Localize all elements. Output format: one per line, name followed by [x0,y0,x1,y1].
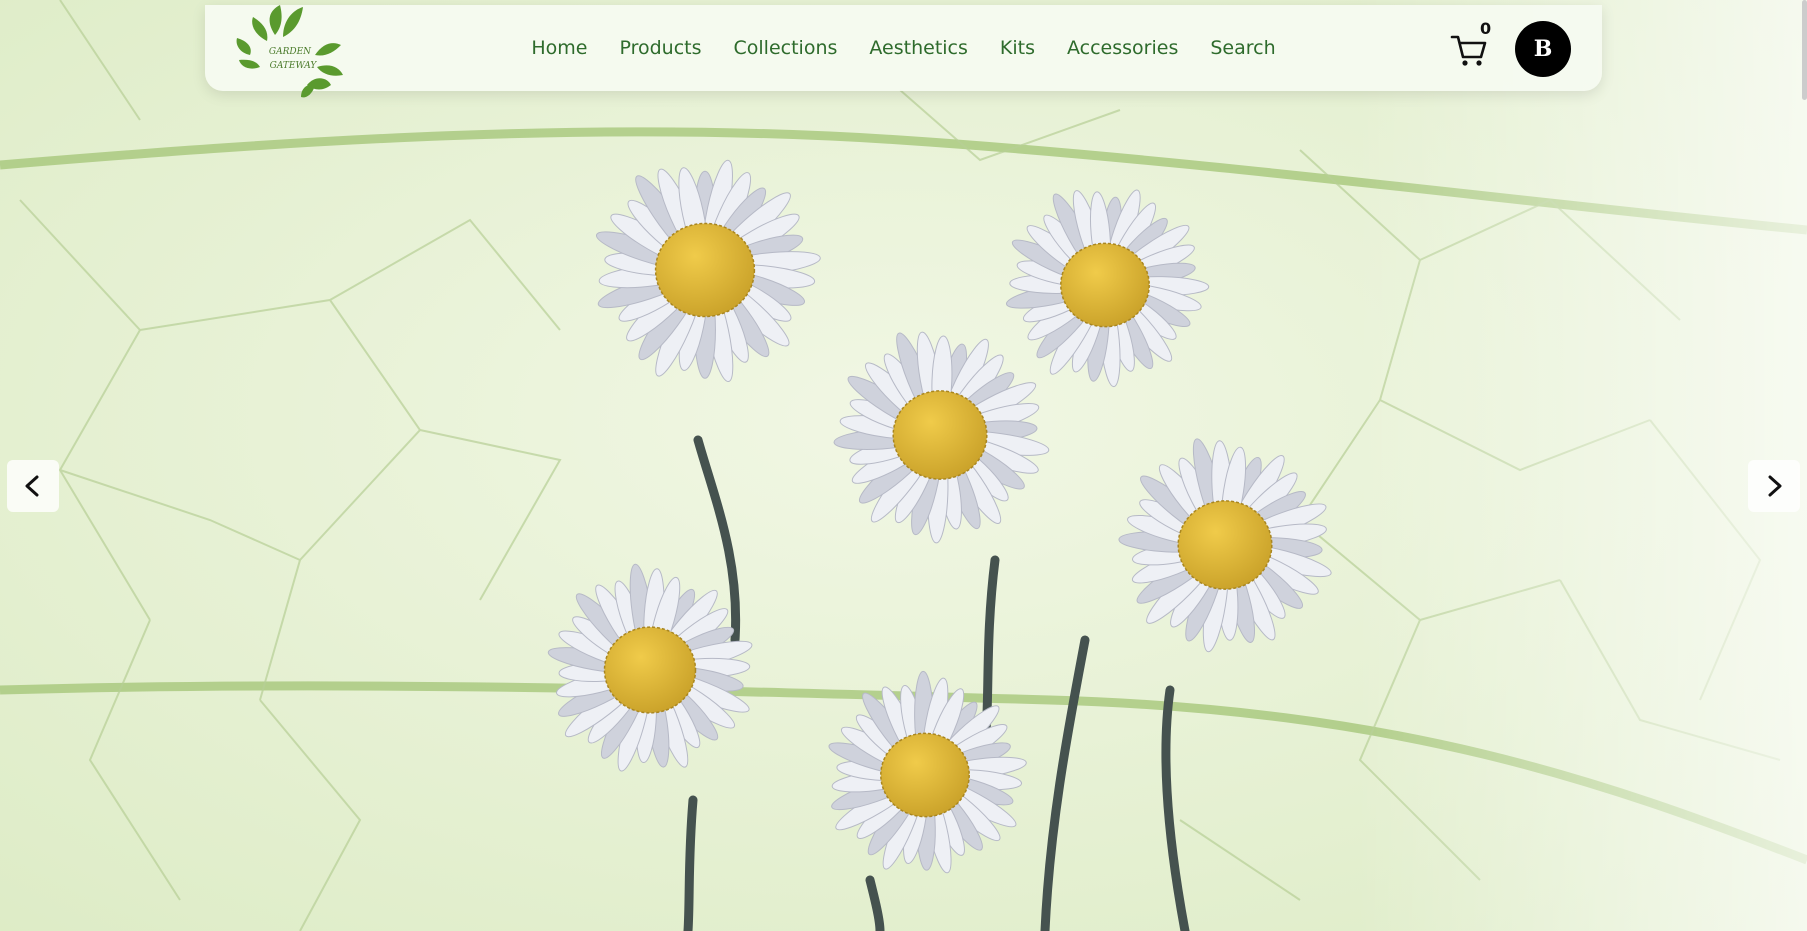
top-navbar: GARDEN GATEWAY Home Products Collections… [205,5,1602,98]
user-avatar[interactable]: B [1515,21,1571,77]
nav-collections[interactable]: Collections [734,37,838,59]
nav-products[interactable]: Products [619,37,701,59]
chevron-right-icon [1768,475,1782,497]
carousel-next-button[interactable] [1748,460,1800,512]
chevron-left-icon [25,475,39,497]
nav-kits[interactable]: Kits [1000,37,1035,59]
leaf-daisy-background [0,0,1807,931]
nav-links: Home Products Collections Aesthetics Kit… [205,5,1602,91]
page-scrollbar[interactable] [1802,0,1807,100]
nav-home[interactable]: Home [531,37,587,59]
nav-accessories[interactable]: Accessories [1067,37,1178,59]
nav-aesthetics[interactable]: Aesthetics [869,37,968,59]
hero-banner [0,0,1807,931]
cart-count-badge: 0 [1480,19,1492,38]
nav-search[interactable]: Search [1210,37,1275,59]
carousel-prev-button[interactable] [7,460,59,512]
